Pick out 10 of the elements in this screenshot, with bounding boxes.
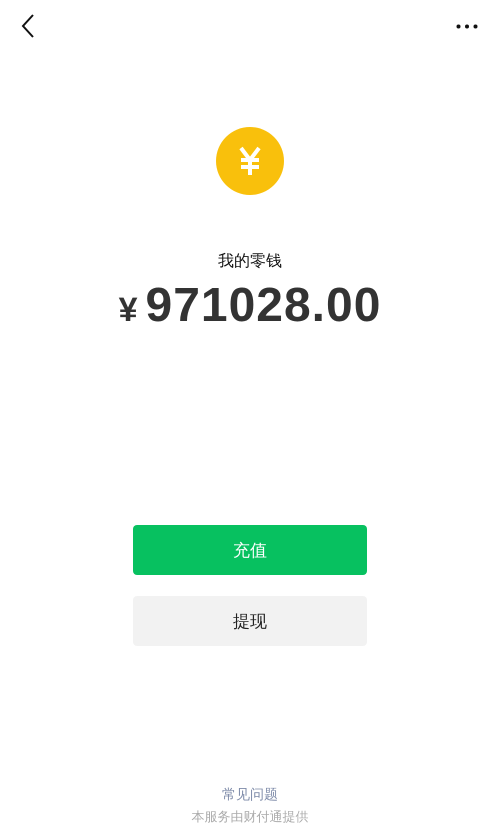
yuan-coin-icon bbox=[216, 127, 284, 195]
balance-amount: 971028.00 bbox=[146, 278, 382, 333]
withdraw-button[interactable]: 提现 bbox=[133, 596, 367, 646]
currency-symbol: ¥ bbox=[118, 291, 138, 330]
faq-link[interactable]: 常见问题 bbox=[222, 786, 278, 804]
top-up-button[interactable]: 充值 bbox=[133, 525, 367, 575]
more-icon[interactable] bbox=[456, 24, 478, 28]
back-icon[interactable] bbox=[21, 14, 35, 38]
service-note: 本服务由财付通提供 bbox=[192, 809, 308, 826]
wallet-title: 我的零钱 bbox=[218, 251, 282, 272]
